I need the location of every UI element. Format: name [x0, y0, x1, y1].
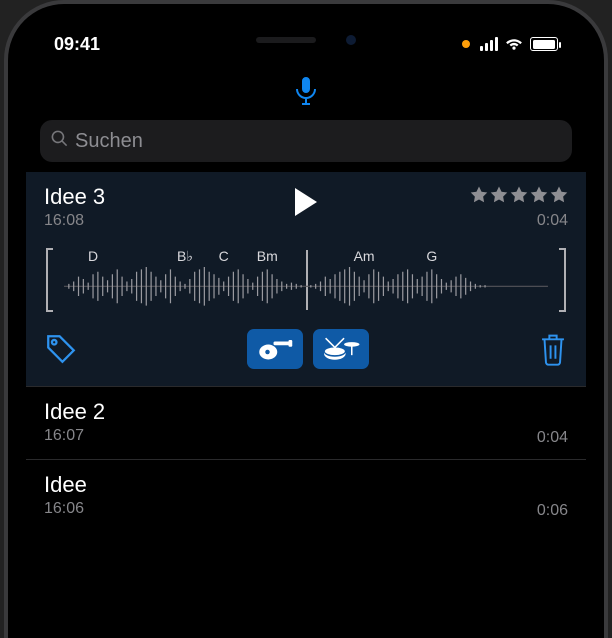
memo-list: Idee 3 16:08 0:04 [26, 172, 586, 532]
trim-handle-right[interactable] [558, 248, 568, 312]
trim-handle-left[interactable] [44, 248, 54, 312]
microphone-icon[interactable] [296, 77, 316, 110]
recording-indicator-dot [462, 40, 470, 48]
drums-track-button[interactable] [313, 329, 369, 369]
memo-title: Idee [44, 472, 568, 498]
screen: 09:41 Suchen [26, 22, 586, 638]
phone-frame: 09:41 Suchen [4, 0, 608, 638]
memo-time: 16:06 [44, 500, 568, 518]
search-field[interactable]: Suchen [40, 120, 572, 162]
memo-tools [44, 326, 568, 372]
memo-row[interactable]: Idee 2 16:07 0:04 [26, 386, 586, 459]
notch [176, 22, 436, 58]
play-button[interactable] [293, 188, 319, 221]
rating-stars[interactable] [470, 186, 568, 204]
battery-icon [530, 37, 558, 51]
delete-button[interactable] [538, 332, 568, 366]
memo-duration: 0:06 [537, 502, 568, 520]
front-camera [346, 35, 356, 45]
waveform[interactable]: D B♭ C Bm Am G [44, 244, 568, 316]
guitar-track-button[interactable] [247, 329, 303, 369]
cellular-signal-icon [480, 37, 498, 51]
memo-row[interactable]: Idee 16:06 0:06 [26, 459, 586, 532]
waveform-canvas: D B♭ C Bm Am G [64, 250, 548, 310]
speaker-grille [256, 37, 316, 43]
tag-button[interactable] [44, 332, 78, 366]
memo-time: 16:07 [44, 427, 568, 445]
content-area: Suchen Idee 3 16:08 0:04 [26, 120, 586, 638]
search-icon [50, 129, 69, 154]
search-placeholder: Suchen [75, 130, 143, 153]
nav-bar [26, 66, 586, 120]
memo-duration: 0:04 [537, 212, 568, 230]
memo-row-expanded[interactable]: Idee 3 16:08 0:04 [26, 172, 586, 386]
wifi-icon [504, 37, 524, 51]
memo-title: Idee 2 [44, 399, 568, 425]
memo-duration: 0:04 [537, 429, 568, 447]
